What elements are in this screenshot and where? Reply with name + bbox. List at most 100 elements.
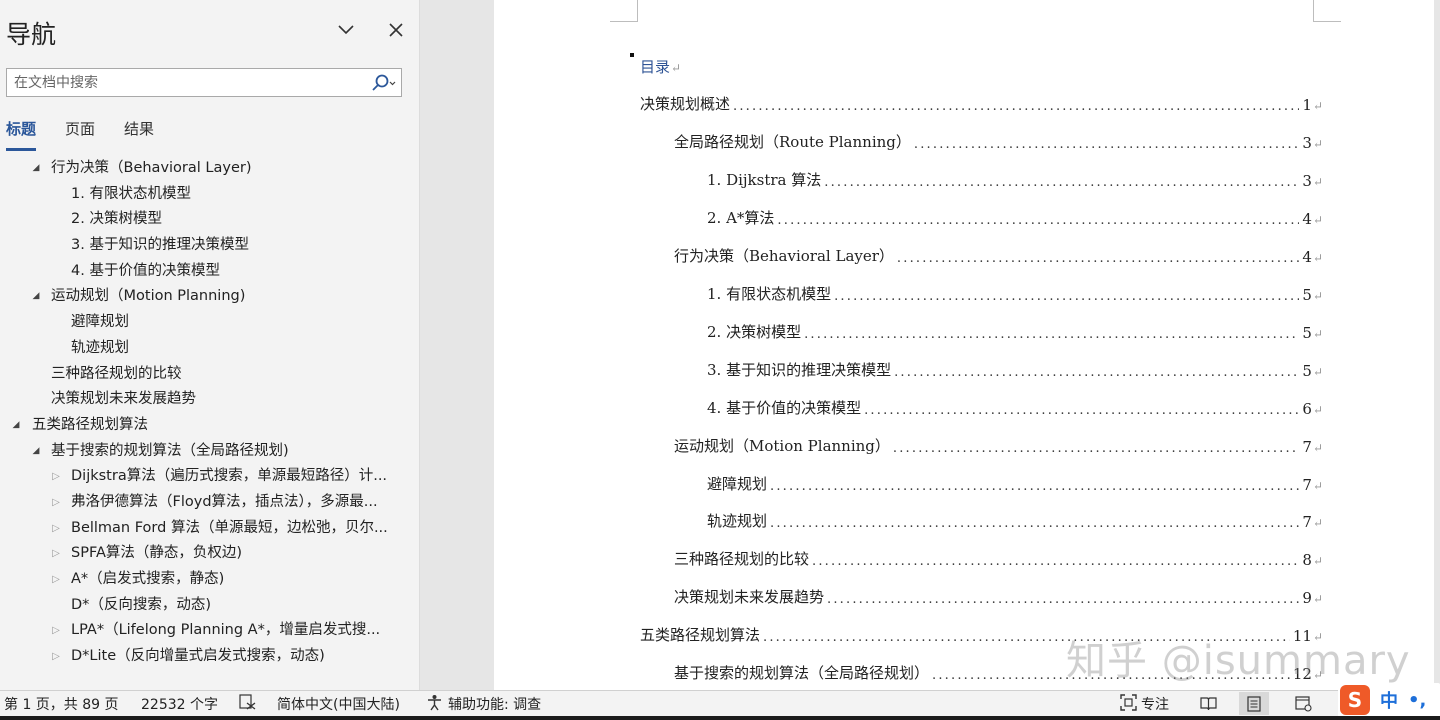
toc-entry[interactable]: 1. 有限状态机模型..............................… [707,282,1323,304]
collapse-arrow-icon[interactable]: ◢ [30,284,42,310]
toc-page-number-value: 11 [1292,627,1312,646]
page-count[interactable]: 第 1 页，共 89 页 [4,694,119,714]
focus-icon[interactable] [1120,694,1137,715]
expand-arrow-icon[interactable]: ▷ [50,567,62,593]
paragraph-mark-icon: ↵ [1312,440,1323,455]
nav-heading-label: 三种路径规划的比较 [51,365,182,382]
collapse-arrow-icon[interactable]: ◢ [30,156,42,182]
nav-heading-item[interactable]: ▷ Bellman Ford 算法（单源最短，边松弛，贝尔... [0,516,419,542]
nav-heading-item[interactable]: 4. 基于价值的决策模型 [0,259,419,285]
nav-heading-label: 行为决策（Behavioral Layer) [51,160,252,176]
paragraph-handle [630,53,634,57]
toc-dot-leader: ........................................… [804,326,1299,342]
focus-label[interactable]: 专注 [1141,694,1169,714]
toc-entry[interactable]: 2. 决策树模型................................… [707,320,1323,342]
accessibility-icon[interactable] [426,694,443,715]
toc-entry[interactable]: 行为决策（Behavioral Layer）..................… [674,244,1323,266]
nav-heading-item[interactable]: 2. 决策树模型 [0,207,419,233]
nav-heading-item[interactable]: ▷ SPFA算法（静态，负权边) [0,541,419,567]
search-input[interactable] [7,69,367,96]
toc-entry[interactable]: 运动规划（Motion Planning）...................… [674,434,1323,456]
toc-entry-text: 全局路径规划（Route Planning） [674,132,911,151]
toc-page-number: 4↵ [1302,248,1323,266]
toc-entry-text: 避障规划 [707,474,768,493]
ime-toolbar[interactable]: S 中 •, [1338,683,1440,717]
toc-entry[interactable]: 轨迹规划....................................… [707,509,1323,531]
read-mode-icon[interactable] [1193,692,1223,715]
toc-page-number-value: 3 [1302,133,1312,152]
toc-entry[interactable]: 决策规划概述..................................… [640,92,1323,114]
close-icon[interactable] [384,18,408,42]
nav-heading-item[interactable]: 决策规划未来发展趋势 [0,387,419,413]
toc-entry[interactable]: 2. A*算法.................................… [707,206,1323,228]
toc-dot-leader: ........................................… [770,478,1299,494]
toc-page-number-value: 7 [1302,437,1312,456]
nav-heading-label: D*Lite（反向增量式启发式搜索，动态) [71,648,325,665]
toc-page-number-value: 6 [1302,399,1312,418]
nav-heading-item[interactable]: ▷ Dijkstra算法（遍历式搜索，单源最短路径）计... [0,464,419,490]
tab-headings[interactable]: 标题 [6,118,37,151]
collapse-arrow-icon[interactable]: ◢ [10,413,22,439]
tab-results[interactable]: 结果 [124,118,154,151]
nav-heading-item[interactable]: 轨迹规划 [0,336,419,362]
nav-heading-item[interactable]: ◢ 五类路径规划算法 [0,413,419,439]
language-indicator[interactable]: 简体中文(中国大陆) [277,694,400,714]
nav-tabs: 标题 页面 结果 [6,118,183,151]
word-count[interactable]: 22532 个字 [141,694,218,714]
toc-page-number: 8↵ [1302,551,1323,569]
expand-arrow-icon[interactable]: ▷ [50,644,62,670]
document-page[interactable]: 目录↵ 决策规划概述..............................… [494,0,1434,690]
toc-entry[interactable]: 4. 基于价值的决策模型............................… [707,396,1323,418]
nav-heading-item[interactable]: 3. 基于知识的推理决策模型 [0,233,419,259]
sogou-logo-icon[interactable]: S [1340,685,1370,715]
chevron-down-icon[interactable] [334,18,358,42]
ime-language-toggle[interactable]: 中 [1380,687,1398,713]
print-layout-icon[interactable] [1239,692,1269,715]
expand-arrow-icon[interactable]: ▷ [50,464,62,490]
nav-heading-item[interactable]: ▷ 弗洛伊德算法（Floyd算法，插点法），多源最... [0,490,419,516]
paragraph-mark-icon: ↵ [1312,478,1323,493]
nav-heading-item[interactable]: ◢ 运动规划（Motion Planning) [0,284,419,310]
toc-entry[interactable]: 五类路径规划算法................................… [640,623,1323,645]
search-icon[interactable] [367,69,401,96]
nav-heading-item[interactable]: ▷ A*（启发式搜索，静态) [0,567,419,593]
nav-heading-item[interactable]: ▷ LPA*（Lifelong Planning A*，增量启发式搜... [0,618,419,644]
toc-page-number: 7↵ [1302,513,1323,531]
nav-heading-label: SPFA算法（静态，负权边) [71,545,243,562]
web-layout-icon[interactable] [1288,692,1318,715]
toc-entry[interactable]: 基于搜索的规划算法（全局路径规划）.......................… [674,661,1323,683]
nav-heading-label: LPA*（Lifelong Planning A*，增量启发式搜... [71,622,381,639]
nav-heading-item[interactable]: 1. 有限状态机模型 [0,182,419,208]
nav-heading-item[interactable]: 避障规划 [0,310,419,336]
expand-arrow-icon[interactable]: ▷ [50,541,62,567]
ime-punctuation-toggle[interactable]: •, [1408,690,1426,711]
paragraph-mark-icon: ↵ [1312,668,1323,683]
toc-entry[interactable]: 1. Dijkstra 算法..........................… [707,168,1323,190]
toc-page-number: 6↵ [1302,400,1323,418]
toc-entry[interactable]: 决策规划未来发展趋势..............................… [674,585,1323,607]
nav-heading-item[interactable]: ◢ 基于搜索的规划算法（全局路径规划) [0,439,419,465]
toc-dot-leader: ........................................… [777,212,1299,228]
toc-entry-text: 1. Dijkstra 算法 [707,170,822,189]
accessibility-status[interactable]: 辅助功能: 调查 [448,694,541,714]
nav-heading-item[interactable]: D*（反向搜索，动态) [0,593,419,619]
toc-entry[interactable]: 避障规划....................................… [707,472,1323,494]
paragraph-mark-icon: ↵ [1312,554,1323,569]
nav-heading-item[interactable]: ◢ 行为决策（Behavioral Layer) [0,156,419,182]
collapse-arrow-icon[interactable]: ◢ [30,439,42,465]
toc-entry[interactable]: 三种路径规划的比较...............................… [674,547,1323,569]
tab-pages[interactable]: 页面 [65,118,95,151]
expand-arrow-icon[interactable]: ▷ [50,618,62,644]
expand-arrow-icon[interactable]: ▷ [50,490,62,516]
nav-heading-item[interactable]: ▷ D*Lite（反向增量式启发式搜索，动态) [0,644,419,670]
toc-entry[interactable]: 3. 基于知识的推理决策模型..........................… [707,358,1323,380]
nav-heading-label: 2. 决策树模型 [71,211,162,228]
toc-page-number-value: 3 [1302,171,1312,190]
nav-heading-label: 决策规划未来发展趋势 [51,391,196,408]
toc-entry-text: 五类路径规划算法 [640,626,761,645]
toc-page-number: 9↵ [1302,589,1323,607]
expand-arrow-icon[interactable]: ▷ [50,516,62,542]
nav-heading-item[interactable]: 三种路径规划的比较 [0,362,419,388]
toc-entry[interactable]: 全局路径规划（Route Planning）..................… [674,130,1323,152]
proofing-icon[interactable] [239,694,257,714]
